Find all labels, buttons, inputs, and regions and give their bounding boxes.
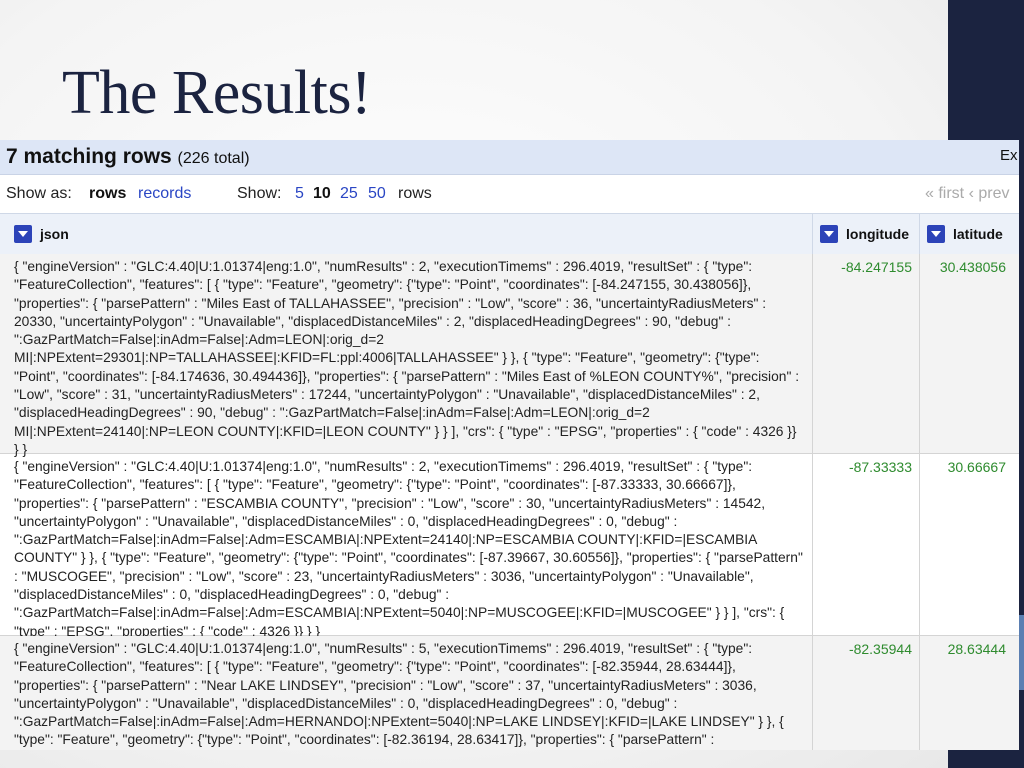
results-screenshot: 7 matching rows (226 total) Ex Show as: … (0, 140, 1019, 750)
latitude-column-header[interactable]: latitude (927, 214, 1003, 254)
longitude-column-label: longitude (846, 226, 909, 242)
show-label: Show: (237, 185, 282, 202)
chevron-down-icon[interactable] (927, 225, 945, 243)
longitude-column-header[interactable]: longitude (820, 214, 909, 254)
cell-divider (812, 454, 813, 635)
json-cell: { "engineVersion" : "GLC:4.40|U:1.01374|… (14, 459, 803, 639)
slide-title: The Results! (62, 59, 372, 127)
cell-divider (919, 636, 920, 750)
longitude-cell: -84.247155 (841, 259, 912, 275)
json-cell: { "engineVersion" : "GLC:4.40|U:1.01374|… (14, 641, 784, 748)
pager-first-prev[interactable]: « first ‹ prev (925, 185, 1009, 203)
page-size-50-link[interactable]: 50 (368, 185, 386, 203)
rows-suffix: rows (398, 185, 432, 202)
rows-total: (226 total) (177, 150, 250, 167)
export-link[interactable]: Ex (1000, 147, 1018, 164)
json-column-label: json (40, 226, 69, 242)
view-rows-option[interactable]: rows (89, 185, 126, 203)
table-row: { "engineVersion" : "GLC:4.40|U:1.01374|… (0, 254, 1019, 457)
page-size-25-link[interactable]: 25 (340, 185, 358, 203)
column-divider (919, 214, 920, 254)
latitude-cell: 28.63444 (947, 641, 1006, 657)
latitude-cell: 30.438056 (939, 259, 1006, 275)
slide-accent-strip (1019, 615, 1024, 690)
cell-divider (812, 254, 813, 453)
cell-divider (812, 636, 813, 750)
longitude-cell: -87.33333 (848, 459, 912, 475)
chevron-down-icon[interactable] (14, 225, 32, 243)
table-row: { "engineVersion" : "GLC:4.40|U:1.01374|… (0, 636, 1019, 750)
json-cell: { "engineVersion" : "GLC:4.40|U:1.01374|… (14, 259, 800, 457)
view-records-link[interactable]: records (138, 185, 191, 203)
show-as-label: Show as: (6, 185, 72, 202)
chevron-down-icon[interactable] (820, 225, 838, 243)
view-options-bar: Show as: rows records Show: 5 10 25 50 r… (0, 175, 1019, 213)
results-header: 7 matching rows (226 total) Ex (0, 140, 1019, 175)
longitude-cell: -82.35944 (848, 641, 912, 657)
matching-rows-title: 7 matching rows (226 total) (6, 145, 250, 169)
cell-divider (919, 454, 920, 635)
json-column-header[interactable]: json (14, 214, 69, 254)
column-divider (812, 214, 813, 254)
cell-divider (919, 254, 920, 453)
column-header-row: json longitude latitude (0, 213, 1019, 255)
page-size-5-link[interactable]: 5 (295, 185, 304, 203)
latitude-column-label: latitude (953, 226, 1003, 242)
latitude-cell: 30.66667 (947, 459, 1006, 475)
page-size-10-option[interactable]: 10 (313, 185, 331, 203)
table-row: { "engineVersion" : "GLC:4.40|U:1.01374|… (0, 454, 1019, 639)
matching-rows-count: 7 matching rows (6, 145, 172, 168)
